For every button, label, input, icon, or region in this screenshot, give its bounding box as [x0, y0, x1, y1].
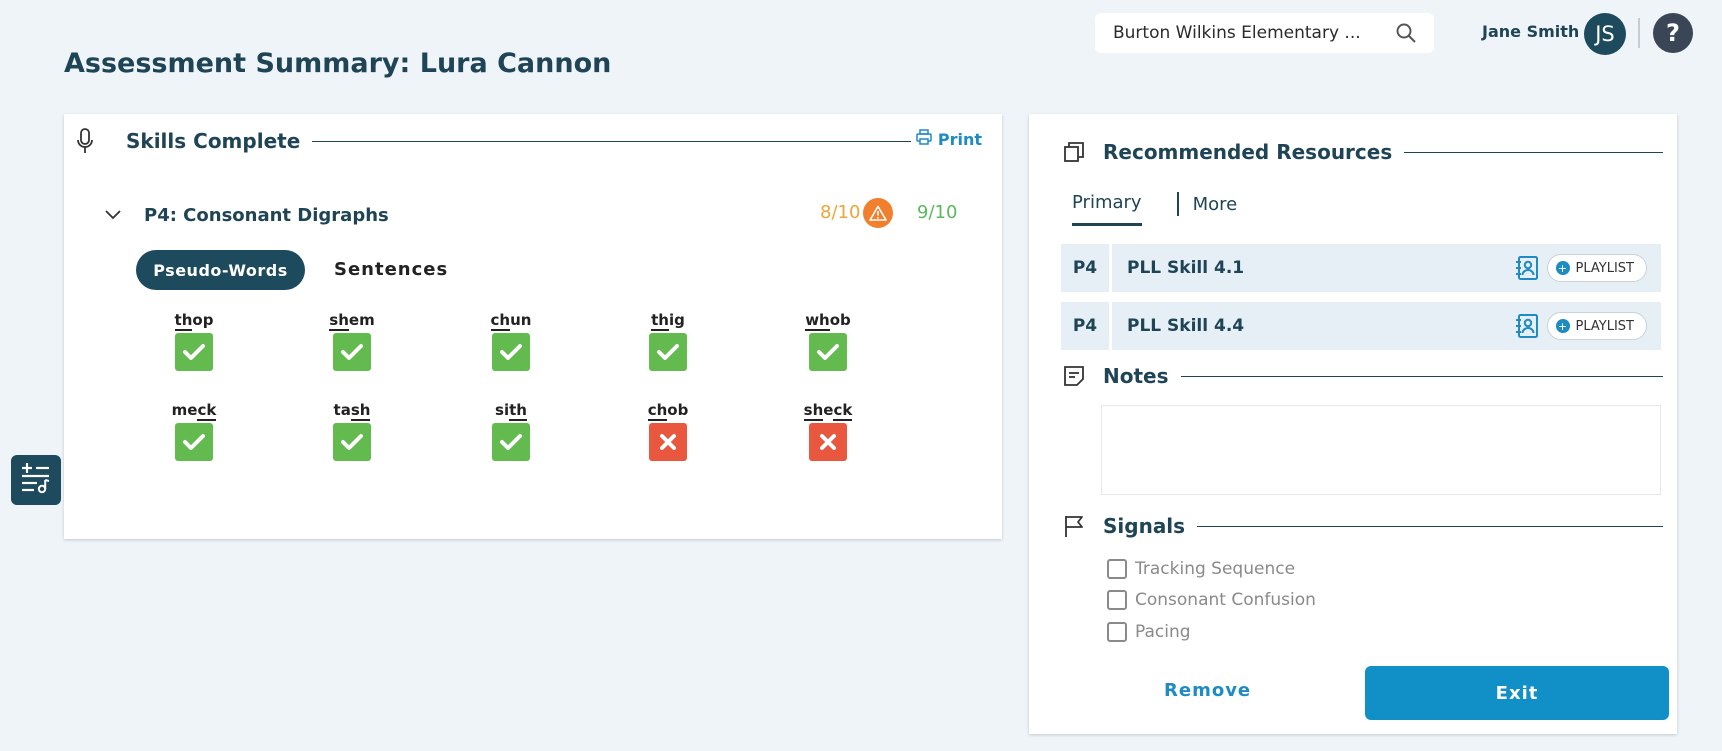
resource-label: PLL Skill 4.1 [1127, 258, 1245, 278]
check-icon[interactable] [175, 333, 213, 371]
plus-icon: + [1555, 319, 1570, 333]
playlist-label: PLAYLIST [1575, 260, 1634, 276]
word-item[interactable]: sith [471, 400, 551, 461]
resource-row[interactable]: P4 PLL Skill 4.4 + PLAYLIST [1061, 302, 1661, 350]
tools-menu-button[interactable] [11, 455, 61, 505]
signal-label: Pacing [1135, 622, 1191, 642]
user-name: Jane Smith [1482, 22, 1580, 41]
resources-card: Recommended Resources Primary More P4 PL… [1029, 114, 1677, 734]
resource-tabs: Primary More [1072, 192, 1237, 226]
word-text: shem [329, 311, 375, 331]
chevron-down-icon[interactable] [104, 206, 134, 225]
contact-book-icon[interactable] [1513, 312, 1541, 340]
check-icon[interactable] [492, 423, 530, 461]
resource-label: PLL Skill 4.4 [1127, 316, 1245, 336]
signal-pacing[interactable]: Pacing [1107, 622, 1191, 642]
page-title: Assessment Summary: Lura Cannon [64, 48, 612, 79]
word-text: chun [490, 311, 532, 331]
word-text: thop [174, 311, 214, 331]
check-icon[interactable] [809, 333, 847, 371]
tab-pseudo-words[interactable]: Pseudo-Words [136, 250, 305, 290]
print-label: Print [937, 129, 982, 149]
avatar[interactable]: JS [1584, 13, 1626, 55]
word-text: sheck [803, 401, 853, 421]
school-name: Burton Wilkins Elementary ... [1113, 23, 1361, 43]
checkbox[interactable] [1107, 622, 1127, 642]
signal-label: Tracking Sequence [1135, 559, 1296, 579]
search-icon[interactable] [1386, 13, 1426, 53]
exit-button[interactable]: Exit [1365, 666, 1669, 720]
word-item[interactable]: meck [154, 400, 234, 461]
resource-row[interactable]: P4 PLL Skill 4.1 + PLAYLIST [1061, 244, 1661, 292]
remove-button[interactable]: Remove [1164, 680, 1251, 701]
signals-title: Signals [1103, 514, 1186, 538]
checkbox[interactable] [1107, 559, 1127, 579]
tab-separator [1176, 192, 1179, 216]
flag-icon [1063, 514, 1103, 538]
word-item[interactable]: thop [154, 310, 234, 371]
microphone-icon [76, 128, 112, 154]
help-button[interactable]: ? [1653, 13, 1693, 53]
check-icon[interactable] [333, 333, 371, 371]
word-text: chob [647, 401, 689, 421]
word-item[interactable]: tash [312, 400, 392, 461]
word-item[interactable]: whob [788, 310, 868, 371]
section-divider [1197, 525, 1663, 527]
print-button[interactable]: Print [916, 129, 982, 149]
check-icon[interactable] [333, 423, 371, 461]
contact-book-icon[interactable] [1513, 254, 1541, 282]
copy-icon [1063, 141, 1103, 163]
printer-icon [916, 129, 932, 149]
school-selector[interactable]: Burton Wilkins Elementary ... [1095, 13, 1434, 53]
section-divider [1180, 375, 1663, 377]
list-music-icon [19, 461, 53, 499]
check-icon[interactable] [492, 333, 530, 371]
resources-title: Recommended Resources [1103, 140, 1393, 164]
section-divider [1404, 151, 1663, 153]
word-text: whob [805, 311, 851, 331]
x-icon[interactable] [809, 423, 847, 461]
notes-field[interactable] [1101, 405, 1661, 495]
word-text: meck [171, 401, 217, 421]
word-text: sith [495, 401, 527, 421]
signal-consonant-confusion[interactable]: Consonant Confusion [1107, 590, 1316, 610]
resource-code: P4 [1061, 302, 1109, 350]
playlist-button[interactable]: + PLAYLIST [1546, 312, 1647, 340]
tab-primary[interactable]: Primary [1072, 192, 1142, 226]
word-item[interactable]: shem [312, 310, 392, 371]
tab-more[interactable]: More [1193, 194, 1238, 225]
word-item[interactable]: chob [628, 400, 708, 461]
section-divider [312, 140, 911, 142]
skills-title: Skills Complete [126, 129, 301, 153]
plus-icon: + [1555, 261, 1570, 275]
tab-sentences[interactable]: Sentences [334, 259, 448, 280]
first-attempt-score: 8/10 [820, 202, 861, 223]
skill-name: P4: Consonant Digraphs [144, 204, 389, 226]
checkbox[interactable] [1107, 590, 1127, 610]
header-divider [1638, 18, 1640, 48]
word-item[interactable]: chun [471, 310, 551, 371]
warning-icon [863, 198, 893, 228]
notes-icon [1063, 365, 1103, 387]
x-icon[interactable] [649, 423, 687, 461]
resource-code: P4 [1061, 244, 1109, 292]
word-text: thig [651, 311, 685, 331]
signal-label: Consonant Confusion [1135, 590, 1316, 610]
second-attempt-score: 9/10 [917, 202, 958, 223]
playlist-label: PLAYLIST [1575, 318, 1634, 334]
word-item[interactable]: thig [628, 310, 708, 371]
skills-card: Skills Complete Print P4: Consonant Digr… [64, 114, 1002, 539]
playlist-button[interactable]: + PLAYLIST [1546, 254, 1647, 282]
word-item[interactable]: sheck [788, 400, 868, 461]
check-icon[interactable] [649, 333, 687, 371]
word-text: tash [333, 401, 371, 421]
signal-tracking-sequence[interactable]: Tracking Sequence [1107, 559, 1295, 579]
notes-title: Notes [1103, 364, 1169, 388]
check-icon[interactable] [175, 423, 213, 461]
